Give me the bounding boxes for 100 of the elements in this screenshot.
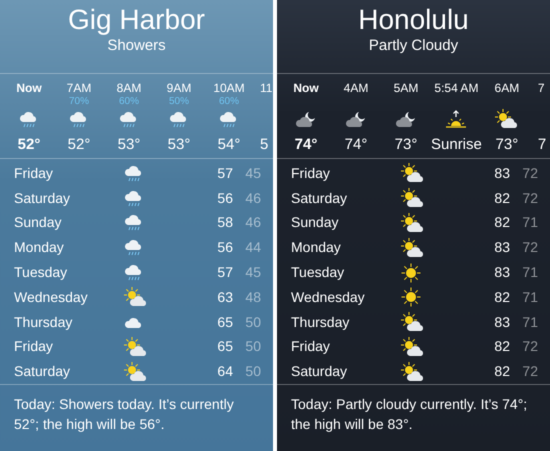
sun-cloud-icon: [124, 336, 148, 357]
weather-condition: Partly Cloudy: [368, 36, 460, 56]
low-temperature: 50: [244, 362, 261, 382]
high-temperature: 58: [216, 213, 233, 232]
hour-temperature: Sunrise: [431, 135, 482, 155]
city-name: Honolulu: [357, 4, 470, 36]
high-temperature: 65: [216, 337, 233, 356]
day-name: Saturday: [291, 188, 348, 208]
high-temperature: 63: [216, 288, 233, 307]
high-temperature: 82: [493, 337, 510, 356]
hour-temperature: 54°: [218, 135, 240, 155]
sun-cloud-icon: [124, 362, 148, 382]
high-temperature: 57: [216, 263, 233, 282]
rain-cloud-icon: [124, 239, 144, 256]
rain-cloud-icon: [169, 110, 189, 128]
city-name: Gig Harbor: [67, 4, 206, 36]
hour-label: 5:54 AM: [434, 81, 478, 96]
weather-condition: Showers: [106, 36, 167, 56]
hour-temperature: 73°: [496, 135, 518, 155]
day-name: Wednesday: [291, 288, 366, 307]
sun-cloud-icon: [401, 188, 425, 208]
high-temperature: 83: [493, 238, 510, 258]
high-temperature: 64: [216, 362, 233, 382]
sun-cloud-icon: [401, 163, 425, 184]
day-name: Sunday: [14, 213, 62, 232]
hour-temperature: 52°: [18, 135, 40, 155]
high-temperature: 82: [493, 188, 510, 208]
day-name: Monday: [291, 238, 342, 258]
low-temperature: 72: [521, 337, 538, 356]
day-name: Friday: [14, 164, 54, 183]
day-name: Wednesday: [14, 288, 89, 307]
high-temperature: 57: [216, 164, 233, 183]
hour-temperature: 7: [538, 135, 546, 155]
moon-cloud-icon: [395, 110, 417, 128]
low-temperature: 72: [521, 238, 538, 258]
hour-temperature: 74°: [294, 135, 318, 155]
hour-label: 6AM: [494, 81, 520, 96]
forecast-summary: Today: Showers today. It’s currently 52°; the high will be 56°.: [13, 395, 235, 434]
low-temperature: 71: [521, 288, 538, 307]
hour-label: 11: [260, 81, 272, 96]
sunrise-icon: [445, 110, 468, 128]
day-name: Friday: [291, 337, 331, 356]
day-name: Sunday: [291, 213, 340, 232]
high-temperature: 83: [493, 312, 510, 332]
hour-temperature: 52°: [68, 135, 90, 155]
day-name: Thursday: [291, 312, 350, 332]
sun-cloud-icon: [401, 336, 425, 357]
low-temperature: 71: [521, 312, 538, 332]
hour-label: Now: [16, 81, 42, 96]
day-name: Friday: [291, 164, 331, 183]
day-name: Thursday: [14, 312, 74, 332]
day-name: Saturday: [14, 188, 72, 208]
hour-label: 8AM: [116, 81, 142, 96]
low-temperature: 50: [244, 337, 261, 356]
hour-label: 10AM: [213, 81, 245, 96]
low-temperature: 45: [244, 164, 261, 183]
hour-label: 4AM: [344, 81, 368, 96]
high-temperature: 83: [493, 263, 510, 282]
hour-temperature: 53°: [118, 135, 140, 155]
precipitation-chance: 60%: [218, 96, 239, 107]
rain-cloud-icon: [69, 110, 89, 128]
low-temperature: 71: [521, 213, 538, 232]
hour-temperature: 5: [260, 135, 268, 155]
rain-cloud-icon: [119, 110, 139, 128]
high-temperature: 82: [493, 288, 510, 307]
high-temperature: 56: [216, 188, 233, 208]
low-temperature: 50: [244, 312, 261, 332]
high-temperature: 82: [493, 213, 510, 232]
sun-cloud-icon: [494, 109, 519, 129]
day-name: Friday: [14, 337, 54, 356]
hour-temperature: 53°: [168, 135, 190, 155]
high-temperature: 83: [493, 164, 510, 183]
hour-temperature: 73°: [394, 135, 418, 155]
sun-cloud-icon: [401, 238, 425, 258]
low-temperature: 44: [244, 238, 261, 258]
precipitation-chance: 70%: [68, 96, 89, 107]
low-temperature: 72: [521, 362, 538, 382]
precipitation-chance: 50%: [168, 96, 189, 107]
rain-cloud-icon: [124, 190, 144, 207]
hour-temperature: 74°: [344, 135, 368, 155]
day-name: Saturday: [291, 362, 348, 382]
day-name: Tuesday: [14, 263, 68, 282]
low-temperature: 48: [244, 288, 261, 307]
low-temperature: 46: [244, 213, 261, 232]
hour-label: 7AM: [66, 81, 92, 96]
moon-cloud-icon: [295, 110, 317, 128]
forecast-summary: Today: Partly cloudy currently. It’s 74°; the high will be 83°.: [290, 395, 528, 434]
rain-cloud-icon: [124, 214, 144, 232]
low-temperature: 72: [521, 164, 538, 183]
day-name: Tuesday: [291, 263, 346, 282]
sun-cloud-icon: [124, 287, 148, 308]
sun-icon: [401, 262, 421, 283]
hour-label: 9AM: [166, 81, 192, 96]
hour-label: 7: [538, 81, 545, 96]
rain-cloud-icon: [219, 110, 239, 128]
rain-cloud-icon: [124, 264, 144, 282]
moon-cloud-icon: [345, 110, 367, 128]
high-temperature: 65: [216, 312, 233, 332]
sun-cloud-icon: [401, 212, 425, 233]
low-temperature: 71: [521, 263, 538, 282]
